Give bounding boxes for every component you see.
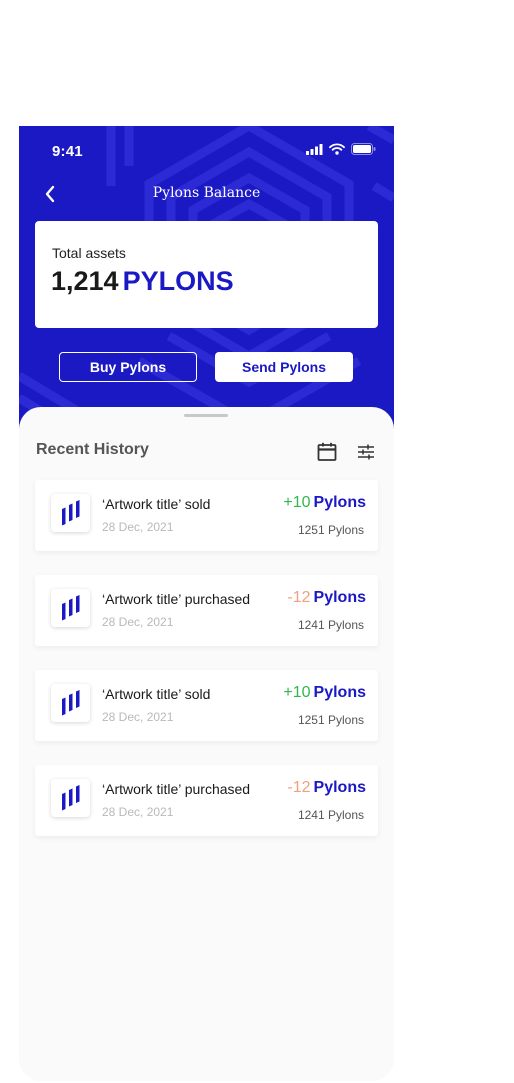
item-amount: +10 Pylons — [283, 684, 366, 702]
total-assets-card: Total assets 1,214 PYLONS — [35, 221, 378, 328]
history-item[interactable]: ‘Artwork title’ sold 28 Dec, 2021 +10 Pyl… — [35, 480, 378, 551]
amount-unit: Pylons — [313, 494, 366, 511]
amount-delta: +10 — [283, 684, 311, 701]
total-assets-unit: PYLONS — [122, 266, 234, 296]
amount-unit: Pylons — [313, 779, 366, 796]
pylons-logo-icon — [61, 500, 79, 526]
calendar-button[interactable] — [317, 442, 337, 462]
item-balance: 1241 Pylons — [297, 618, 364, 632]
item-amount: +10 Pylons — [283, 494, 366, 512]
status-bar: 9:41 — [19, 126, 394, 174]
item-amount: -12 Pylons — [287, 589, 366, 607]
item-title: ‘Artwork title’ sold — [102, 496, 211, 512]
pylons-logo-icon — [61, 595, 79, 621]
item-balance: 1241 Pylons — [297, 808, 364, 822]
item-thumbnail — [51, 494, 90, 532]
item-date: 28 Dec, 2021 — [102, 710, 174, 724]
status-time: 9:41 — [52, 143, 83, 160]
item-title: ‘Artwork title’ sold — [102, 686, 211, 702]
item-thumbnail — [51, 684, 90, 722]
cellular-signal-icon — [306, 143, 323, 155]
item-balance: 1251 Pylons — [297, 713, 364, 727]
amount-delta: -12 — [287, 589, 311, 606]
sliders-icon — [358, 444, 374, 460]
history-sheet: Recent History ‘Artwork title’ sold 28 D… — [19, 407, 394, 1081]
total-assets-amount: 1,214 — [51, 266, 119, 296]
amount-unit: Pylons — [313, 684, 366, 701]
history-item[interactable]: ‘Artwork title’ purchased 28 Dec, 2021 -… — [35, 575, 378, 646]
total-assets-label: Total assets — [52, 245, 126, 261]
battery-icon — [351, 143, 376, 155]
calendar-icon — [317, 442, 337, 461]
page-title: Pylons Balance — [152, 185, 261, 201]
recent-history-title: Recent History — [36, 441, 149, 458]
item-date: 28 Dec, 2021 — [102, 520, 174, 534]
phone-screen: 9:41 Pylons Balance Total assets 1,214 P… — [19, 126, 394, 1081]
sheet-drag-handle[interactable] — [184, 414, 228, 417]
history-item[interactable]: ‘Artwork title’ purchased 28 Dec, 2021 -… — [35, 765, 378, 836]
nav-bar: Pylons Balance — [19, 178, 394, 210]
balance-header: 9:41 Pylons Balance Total assets 1,214 P… — [19, 126, 394, 436]
send-pylons-button[interactable]: Send Pylons — [215, 352, 353, 382]
item-title: ‘Artwork title’ purchased — [102, 591, 251, 607]
pylons-logo-icon — [61, 690, 79, 716]
item-thumbnail — [51, 779, 90, 817]
history-item[interactable]: ‘Artwork title’ sold 28 Dec, 2021 +10 Pyl… — [35, 670, 378, 741]
total-assets-value: 1,214 PYLONS — [51, 266, 234, 297]
filter-button[interactable] — [357, 443, 375, 461]
item-date: 28 Dec, 2021 — [102, 615, 174, 629]
pylons-logo-icon — [61, 785, 79, 811]
amount-delta: -12 — [287, 779, 311, 796]
item-title: ‘Artwork title’ purchased — [102, 781, 251, 797]
amount-unit: Pylons — [313, 589, 366, 606]
item-thumbnail — [51, 589, 90, 627]
item-date: 28 Dec, 2021 — [102, 805, 174, 819]
wifi-icon — [329, 143, 345, 155]
amount-delta: +10 — [283, 494, 311, 511]
buy-pylons-button[interactable]: Buy Pylons — [59, 352, 197, 382]
item-balance: 1251 Pylons — [297, 523, 364, 537]
item-amount: -12 Pylons — [287, 779, 366, 797]
